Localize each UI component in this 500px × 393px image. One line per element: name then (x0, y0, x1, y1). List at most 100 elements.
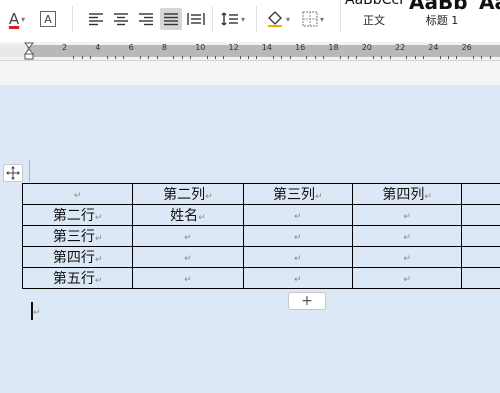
table-cell[interactable] (461, 267, 500, 289)
table-cell[interactable]: ↵ (132, 225, 244, 247)
cell-text: 第二列 (163, 187, 206, 203)
cell-text: 第三列 (273, 187, 315, 203)
ruler-number: 22 (395, 43, 406, 52)
separator (212, 6, 213, 32)
horizontal-ruler[interactable]: 2 4 6 8 10 12 14 16 18 20 22 24 26 (0, 42, 500, 61)
chevron-down-icon[interactable]: ▾ (286, 15, 290, 24)
style-heading-1[interactable]: AaBb 标题 1 (407, 0, 477, 32)
ruler-number: 24 (428, 43, 439, 52)
table-cell[interactable]: 第四行↵ (21, 246, 134, 268)
move-arrows-icon (6, 166, 20, 180)
table-cell[interactable]: 第二行↵ (21, 204, 134, 226)
table-cell[interactable]: 姓名↵ (132, 204, 244, 226)
table-row: 第四行↵ ↵ ↵ ↵ (21, 246, 500, 268)
shading-button[interactable]: ▾ (263, 8, 293, 30)
ruler-number: 12 (228, 43, 239, 52)
add-row-button[interactable]: + (288, 292, 326, 310)
paragraph-mark: ↵ (73, 191, 82, 201)
table-cell[interactable]: ↵ (21, 183, 134, 205)
borders-icon (302, 11, 318, 27)
ribbon-toolbar: A ▾ A ▾ ▾ ▾ AaBbCcI 正文 AaBb 标题 1 A (0, 0, 500, 43)
chevron-down-icon[interactable]: ▾ (21, 15, 25, 24)
ruler-tick (348, 56, 350, 59)
clear-format-button[interactable]: A (38, 8, 58, 30)
paragraph-mark: ↵ (94, 213, 103, 223)
table-cell[interactable]: 第三行↵ (21, 225, 134, 247)
style-heading-2[interactable]: AaB (479, 0, 500, 32)
table-cell[interactable] (461, 246, 500, 268)
style-normal[interactable]: AaBbCcI 正文 (343, 0, 405, 32)
separator (256, 6, 257, 32)
ruler-tick (323, 56, 325, 59)
ruler-tick (439, 56, 441, 59)
line-spacing-button[interactable]: ▾ (218, 8, 248, 30)
table-cell[interactable]: ↵ (242, 204, 353, 226)
paragraph-mark: ↵ (403, 254, 411, 264)
ruler-tick (381, 56, 383, 59)
table-cell[interactable]: ↵ (351, 267, 463, 289)
plus-icon: + (301, 293, 313, 309)
ruler-tick (148, 56, 150, 59)
style-sample: AaB (479, 0, 500, 14)
chevron-down-icon[interactable]: ▾ (241, 15, 245, 24)
ruler-tick (273, 56, 275, 59)
ruler-margin (0, 45, 27, 57)
ruler-tick (223, 56, 225, 59)
indent-marker-icon[interactable] (24, 42, 34, 60)
table-cell[interactable] (461, 225, 500, 247)
ruler-number: 20 (361, 43, 372, 52)
table-cell[interactable]: ↵ (242, 267, 353, 289)
table-row: 第三行↵ ↵ ↵ ↵ (21, 225, 500, 247)
cell-text: 姓名 (170, 208, 199, 224)
style-sample: AaBbCcI (345, 0, 404, 8)
font-color-letter: A (8, 10, 20, 28)
chevron-down-icon[interactable]: ▾ (320, 15, 324, 24)
table-cell[interactable]: ↵ (351, 204, 463, 226)
align-left-button[interactable] (86, 8, 106, 30)
table-cell[interactable]: ↵ (132, 246, 244, 268)
table-cell[interactable]: ↵ (242, 225, 353, 247)
ruler-tick (314, 56, 316, 59)
table-row: 第二行↵ 姓名↵ ↵ ↵ (21, 204, 500, 226)
borders-button[interactable]: ▾ (298, 8, 328, 30)
ruler-tick (114, 56, 116, 59)
paragraph-mark: ↵ (184, 275, 192, 285)
paragraph-mark: ↵ (94, 234, 103, 244)
table-cell[interactable]: ↵ (351, 225, 463, 247)
font-color-button[interactable]: A ▾ (4, 8, 30, 30)
ruler-tick (481, 56, 483, 59)
ruler-number: 16 (295, 43, 306, 52)
ruler-tick (289, 56, 291, 59)
table-cell[interactable]: 第四列↵ (351, 183, 463, 205)
justify-button[interactable] (160, 8, 182, 30)
ruler-tick (414, 56, 416, 59)
style-label: 标题 1 (425, 14, 459, 27)
table-cell[interactable]: ↵ (132, 267, 244, 289)
align-center-button[interactable] (111, 8, 131, 30)
paint-bucket-icon (267, 11, 282, 27)
ruler-tick (139, 56, 141, 59)
paragraph-mark: ↵ (184, 233, 192, 243)
paragraph-mark: ↵ (403, 275, 411, 285)
style-gallery: AaBbCcI 正文 AaBb 标题 1 AaB (340, 0, 500, 32)
distributed-align-button[interactable] (186, 8, 206, 30)
table-move-handle[interactable] (3, 164, 23, 182)
ruler-number: 2 (62, 43, 68, 52)
table-cell[interactable]: ↵ (242, 246, 353, 268)
table-cell[interactable] (461, 204, 500, 226)
paragraph-mark: ↵ (94, 255, 103, 265)
table-cell[interactable]: 第五行↵ (21, 267, 134, 289)
clear-format-icon: A (40, 11, 56, 27)
ruler-tick (239, 56, 241, 59)
align-right-button[interactable] (136, 8, 156, 30)
table-cell[interactable]: 第二列↵ (132, 183, 244, 205)
table-cell[interactable]: 第三列↵ (242, 183, 353, 205)
table-cell[interactable]: ↵ (351, 246, 463, 268)
table-anchor-line (29, 160, 30, 182)
ruler-tick (447, 56, 449, 59)
paragraph-mark: ↵ (33, 308, 41, 318)
cell-text: 第二行 (52, 208, 95, 224)
cell-text: 第四行 (52, 250, 95, 266)
paragraph-mark: ↵ (294, 212, 302, 222)
table-cell[interactable] (461, 183, 500, 205)
